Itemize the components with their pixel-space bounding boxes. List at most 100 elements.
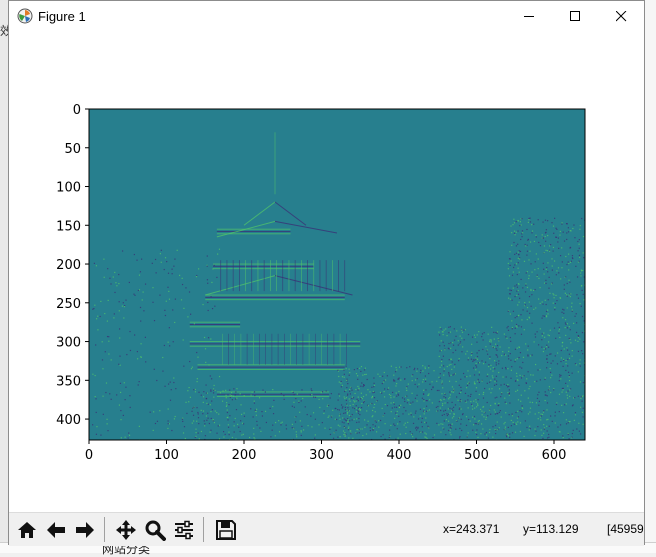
edge-speck: [578, 260, 580, 262]
edge-speck: [352, 397, 355, 399]
edge-speck: [576, 294, 578, 296]
edge-speck: [339, 425, 341, 427]
edge-speck: [405, 426, 407, 428]
edge-speck: [556, 402, 558, 404]
edge-speck: [387, 387, 390, 389]
edge-speck: [517, 293, 520, 295]
edge-speck: [227, 419, 229, 421]
edge-speck: [345, 389, 347, 391]
edge-speck: [320, 392, 322, 394]
edge-speck: [379, 419, 382, 422]
edge-speck: [381, 407, 383, 410]
edge-speck: [554, 303, 556, 305]
edge-speck: [567, 390, 569, 392]
title-bar[interactable]: Figure 1: [9, 1, 644, 32]
edge-speck: [491, 326, 493, 328]
edge-speck: [580, 285, 583, 287]
edge-speck: [565, 391, 567, 393]
edge-speck: [582, 269, 584, 272]
edge-speck: [512, 421, 514, 423]
edge-speck: [102, 413, 104, 415]
edge-speck: [458, 437, 461, 439]
edge-speck: [527, 355, 529, 357]
edge-speck: [472, 367, 475, 369]
edge-speck: [545, 268, 547, 270]
edge-speck: [576, 428, 578, 430]
edge-speck: [471, 336, 474, 338]
edge-speck: [209, 431, 211, 433]
edge-speck: [529, 385, 531, 388]
edge-speck: [442, 403, 444, 405]
zoom-button[interactable]: [141, 516, 169, 543]
edge-speck: [577, 350, 580, 353]
edge-speck: [467, 357, 470, 359]
edge-speck: [408, 413, 410, 415]
save-button[interactable]: [212, 516, 240, 543]
home-button[interactable]: [13, 516, 41, 543]
configure-subplots-button[interactable]: [170, 516, 198, 543]
pan-button[interactable]: [112, 516, 140, 543]
edge-speck: [439, 326, 441, 329]
edge-speck: [495, 432, 497, 435]
edge-speck: [218, 375, 221, 378]
edge-speck: [548, 386, 551, 388]
edge-speck: [483, 391, 485, 394]
edge-speck: [505, 336, 507, 338]
edge-speck: [203, 420, 205, 422]
edge-speck: [185, 401, 187, 403]
cursor-y-readout: y=113.129: [523, 522, 579, 536]
edge-speck: [453, 339, 456, 341]
edge-speck: [116, 394, 118, 396]
figure-canvas[interactable]: 0 100 200 300 400 500 600 0 50 100 150 200 250 300 35…: [9, 32, 644, 512]
minimize-button[interactable]: [506, 1, 552, 32]
edge-speck: [460, 389, 462, 392]
forward-button[interactable]: [71, 516, 99, 543]
edge-speck: [541, 434, 543, 436]
edge-speck: [92, 424, 94, 426]
maximize-button[interactable]: [552, 1, 598, 32]
edge-speck: [531, 230, 534, 232]
edge-speck: [577, 297, 580, 299]
edge-speck: [507, 310, 509, 312]
edge-speck: [429, 383, 431, 385]
y-tick-label: 50: [64, 142, 81, 157]
edge-speck: [472, 360, 474, 363]
edge-speck: [194, 388, 196, 391]
edge-speck: [424, 436, 426, 438]
edge-speck: [562, 365, 564, 367]
edge-speck: [311, 426, 313, 428]
save-icon: [216, 519, 236, 540]
edge-speck: [440, 340, 442, 342]
edge-speck: [438, 334, 441, 336]
edge-speck: [260, 430, 262, 432]
edge-speck: [561, 311, 563, 313]
edge-speck: [386, 375, 388, 377]
edge-speck: [517, 283, 520, 285]
edge-speck: [337, 436, 339, 438]
close-button[interactable]: [598, 1, 644, 32]
edge-speck: [577, 395, 579, 397]
edge-speck: [526, 306, 529, 309]
edge-speck: [127, 437, 129, 439]
edge-speck: [574, 237, 576, 239]
edge-speck: [456, 330, 458, 332]
edge-speck: [519, 352, 522, 354]
edge-speck: [243, 415, 246, 417]
edge-speck: [535, 430, 537, 432]
edge-speck: [422, 370, 424, 372]
edge-speck: [478, 362, 481, 364]
edge-speck: [272, 424, 274, 426]
edge-speck: [493, 338, 495, 340]
edge-speck: [472, 429, 474, 431]
edge-speck: [571, 436, 573, 438]
edge-speck: [459, 400, 461, 403]
y-tick-label: 350: [56, 374, 81, 389]
edge-speck: [192, 407, 194, 409]
edge-speck: [548, 287, 550, 289]
back-button[interactable]: [42, 516, 70, 543]
edge-speck: [343, 396, 345, 398]
edge-speck: [527, 413, 530, 415]
edge-speck: [174, 415, 176, 418]
edge-speck: [447, 408, 449, 410]
edge-speck: [205, 415, 208, 417]
